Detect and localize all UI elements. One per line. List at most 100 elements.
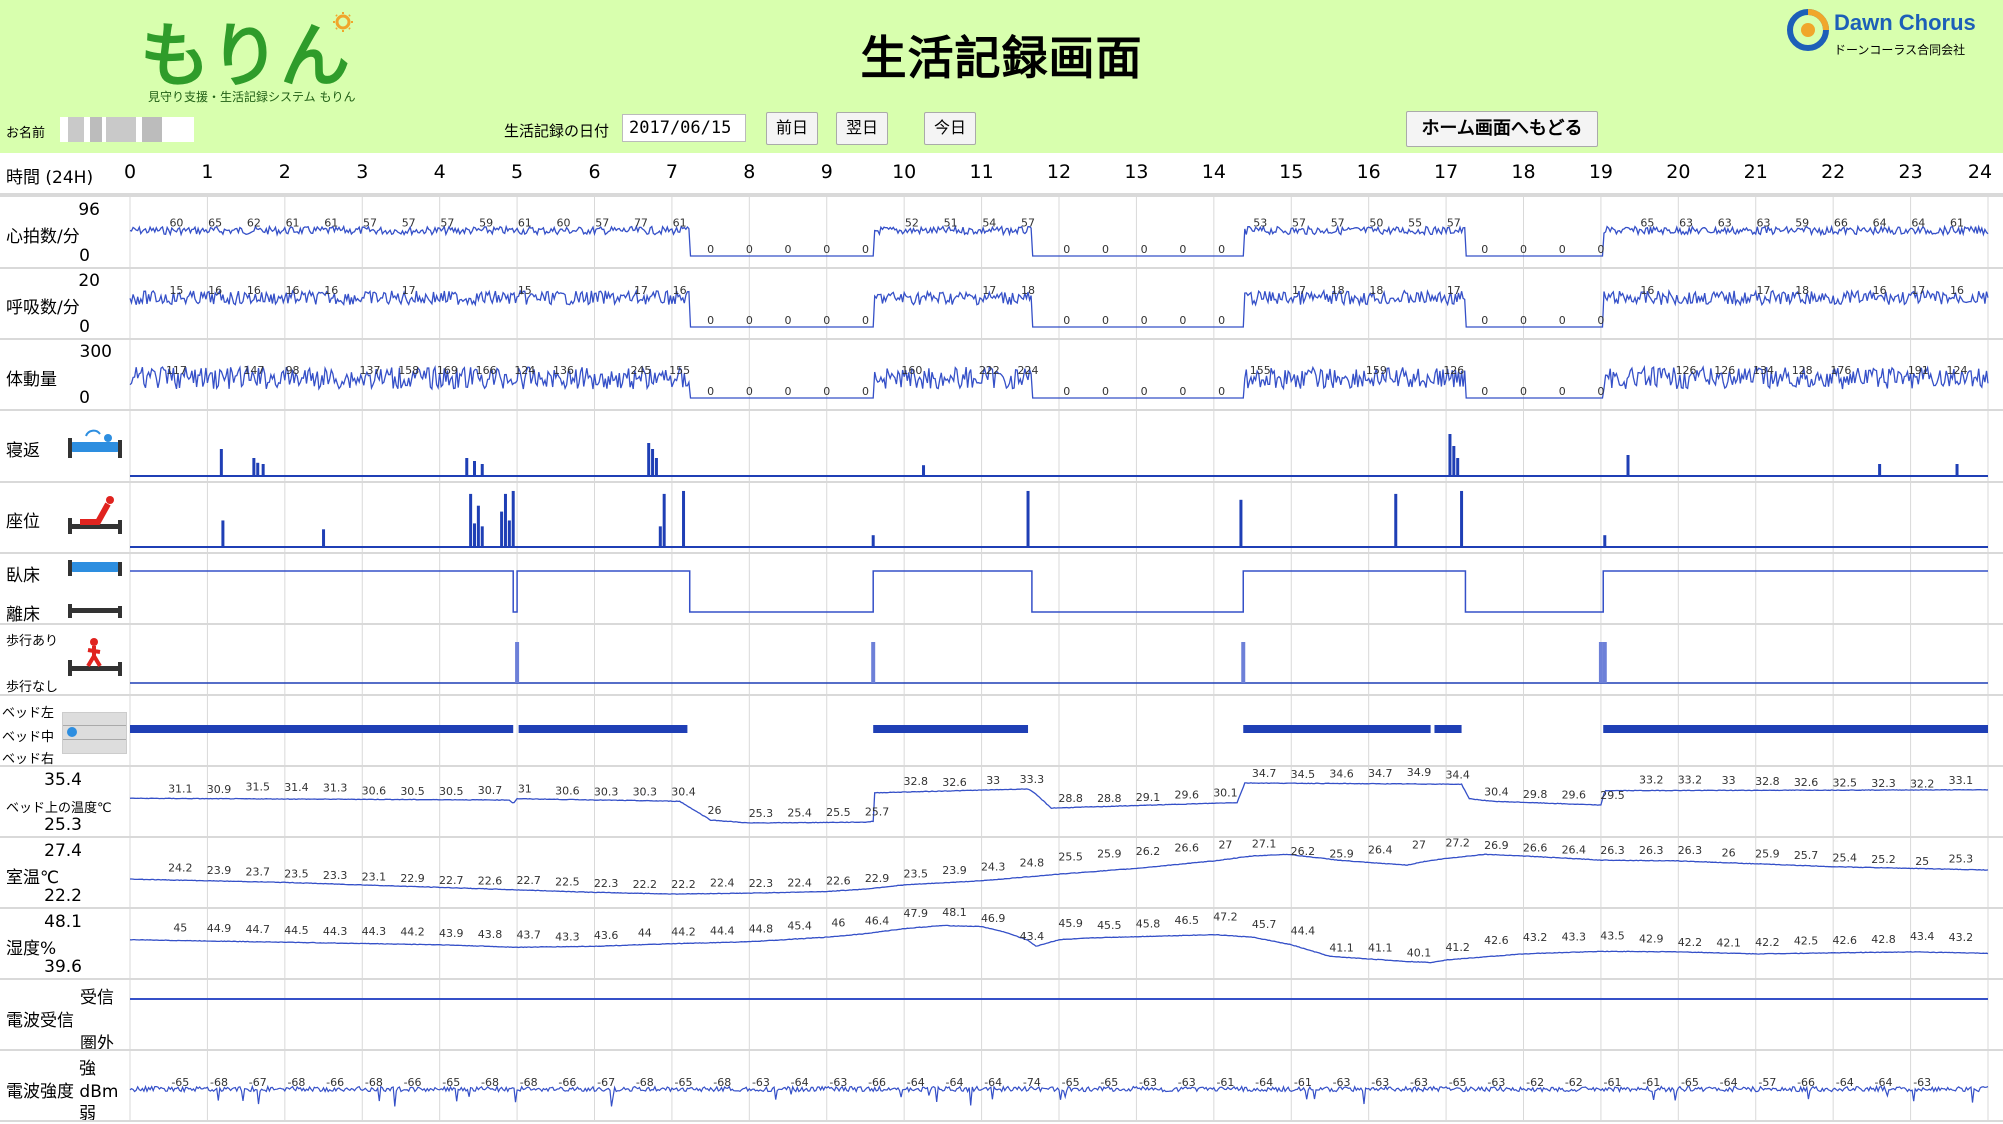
data-label: 17 (634, 284, 648, 297)
data-label: 52 (905, 217, 919, 230)
data-label: 0 (707, 243, 714, 256)
data-label: 46.5 (1174, 914, 1199, 927)
sitting-bar (500, 511, 504, 547)
data-label: 0 (1179, 314, 1186, 327)
data-label: 42.9 (1639, 932, 1664, 945)
data-label: 0 (862, 385, 869, 398)
data-label: 61 (673, 217, 687, 230)
data-label: 50 (1369, 217, 1383, 230)
data-label: 17 (1447, 284, 1461, 297)
data-label: 17 (1292, 284, 1306, 297)
data-label: -66 (558, 1076, 576, 1089)
data-label: -63 (1139, 1076, 1157, 1089)
data-label: 22.2 (671, 878, 696, 891)
data-label: 30.3 (594, 786, 619, 799)
data-label: -66 (1797, 1076, 1815, 1089)
data-label: 45 (173, 922, 187, 935)
data-label: 29.8 (1523, 788, 1548, 801)
data-label: 0 (1597, 385, 1604, 398)
walking-bar (1598, 642, 1603, 683)
data-label: 30.5 (400, 785, 425, 798)
data-label: 32.6 (942, 776, 967, 789)
data-label: -68 (713, 1076, 731, 1089)
data-label: 17 (982, 284, 996, 297)
data-label: 26.3 (1678, 844, 1703, 857)
data-label: 26 (1722, 847, 1736, 860)
data-label: 22.4 (710, 876, 735, 889)
bed-center-band (1243, 725, 1431, 733)
data-label: 29.6 (1562, 789, 1587, 802)
data-label: 0 (1102, 243, 1109, 256)
data-label: 44.8 (749, 923, 774, 936)
data-label: 24.3 (981, 861, 1006, 874)
data-label: 23.9 (942, 864, 967, 877)
data-label: 25.9 (1097, 847, 1122, 860)
data-label: 22.9 (865, 872, 890, 885)
data-label: -63 (829, 1076, 847, 1089)
data-label: 29.1 (1136, 791, 1161, 804)
turn-over-bar (647, 443, 651, 476)
data-label: 26.4 (1562, 843, 1587, 856)
data-label: 16 (1640, 284, 1654, 297)
data-label: 30.4 (671, 785, 696, 798)
data-label: -63 (1178, 1076, 1196, 1089)
data-label: 147 (243, 364, 264, 377)
sitting-bar (658, 526, 662, 547)
data-label: 0 (1481, 314, 1488, 327)
data-label: 0 (785, 243, 792, 256)
data-label: 17 (1911, 284, 1925, 297)
data-label: -63 (1913, 1076, 1931, 1089)
turn-over-bar (1955, 464, 1959, 476)
data-label: 30.6 (362, 784, 387, 797)
data-label: 24.8 (1020, 857, 1045, 870)
data-label: 44.2 (671, 926, 696, 939)
data-label: 59 (479, 217, 493, 230)
data-label: 45.9 (1058, 917, 1083, 930)
data-label: 25.9 (1755, 847, 1780, 860)
data-label: 26.6 (1523, 842, 1548, 855)
data-label: -64 (1255, 1076, 1273, 1089)
data-label: 25.7 (865, 805, 890, 818)
data-label: 33.3 (1020, 773, 1045, 786)
turn-over-bar (1448, 434, 1452, 476)
data-label: 18 (1021, 284, 1035, 297)
data-label: 42.1 (1716, 936, 1741, 949)
data-label: 25.5 (826, 806, 851, 819)
turn-over-bar (1626, 455, 1630, 476)
data-label: 63 (1756, 217, 1770, 230)
data-label: 0 (1063, 385, 1070, 398)
data-label: 0 (1218, 385, 1225, 398)
data-label: -67 (597, 1076, 615, 1089)
data-label: 43.5 (1600, 929, 1625, 942)
data-label: 0 (785, 314, 792, 327)
data-label: 61 (324, 217, 338, 230)
data-label: 0 (707, 314, 714, 327)
data-label: 25.7 (1794, 849, 1819, 862)
data-label: 0 (1481, 385, 1488, 398)
data-label: 63 (1718, 217, 1732, 230)
data-label: 43.4 (1910, 930, 1935, 943)
data-label: 22.9 (400, 872, 425, 885)
data-label: 65 (208, 217, 222, 230)
data-label: 224 (1018, 364, 1039, 377)
data-label: 41.1 (1368, 941, 1393, 954)
data-label: 63 (1679, 217, 1693, 230)
data-label: 18 (1331, 284, 1345, 297)
data-label: -66 (868, 1076, 886, 1089)
data-label: 28.8 (1097, 792, 1122, 805)
data-label: -68 (520, 1076, 538, 1089)
data-label: 222 (979, 364, 1000, 377)
data-label: 43.2 (1523, 931, 1548, 944)
data-label: 0 (862, 243, 869, 256)
data-label: 23.7 (245, 866, 270, 879)
sitting-bar (476, 505, 480, 547)
sitting-bar (469, 493, 473, 547)
data-label: 25.5 (1058, 851, 1083, 864)
data-label: 23.5 (904, 867, 929, 880)
data-label: 26.6 (1174, 842, 1199, 855)
data-label: 26.3 (1600, 844, 1625, 857)
data-label: 42.2 (1678, 936, 1703, 949)
data-label: 40.1 (1407, 946, 1432, 959)
turn-over-bar (480, 464, 484, 476)
walking-bar (515, 642, 520, 683)
